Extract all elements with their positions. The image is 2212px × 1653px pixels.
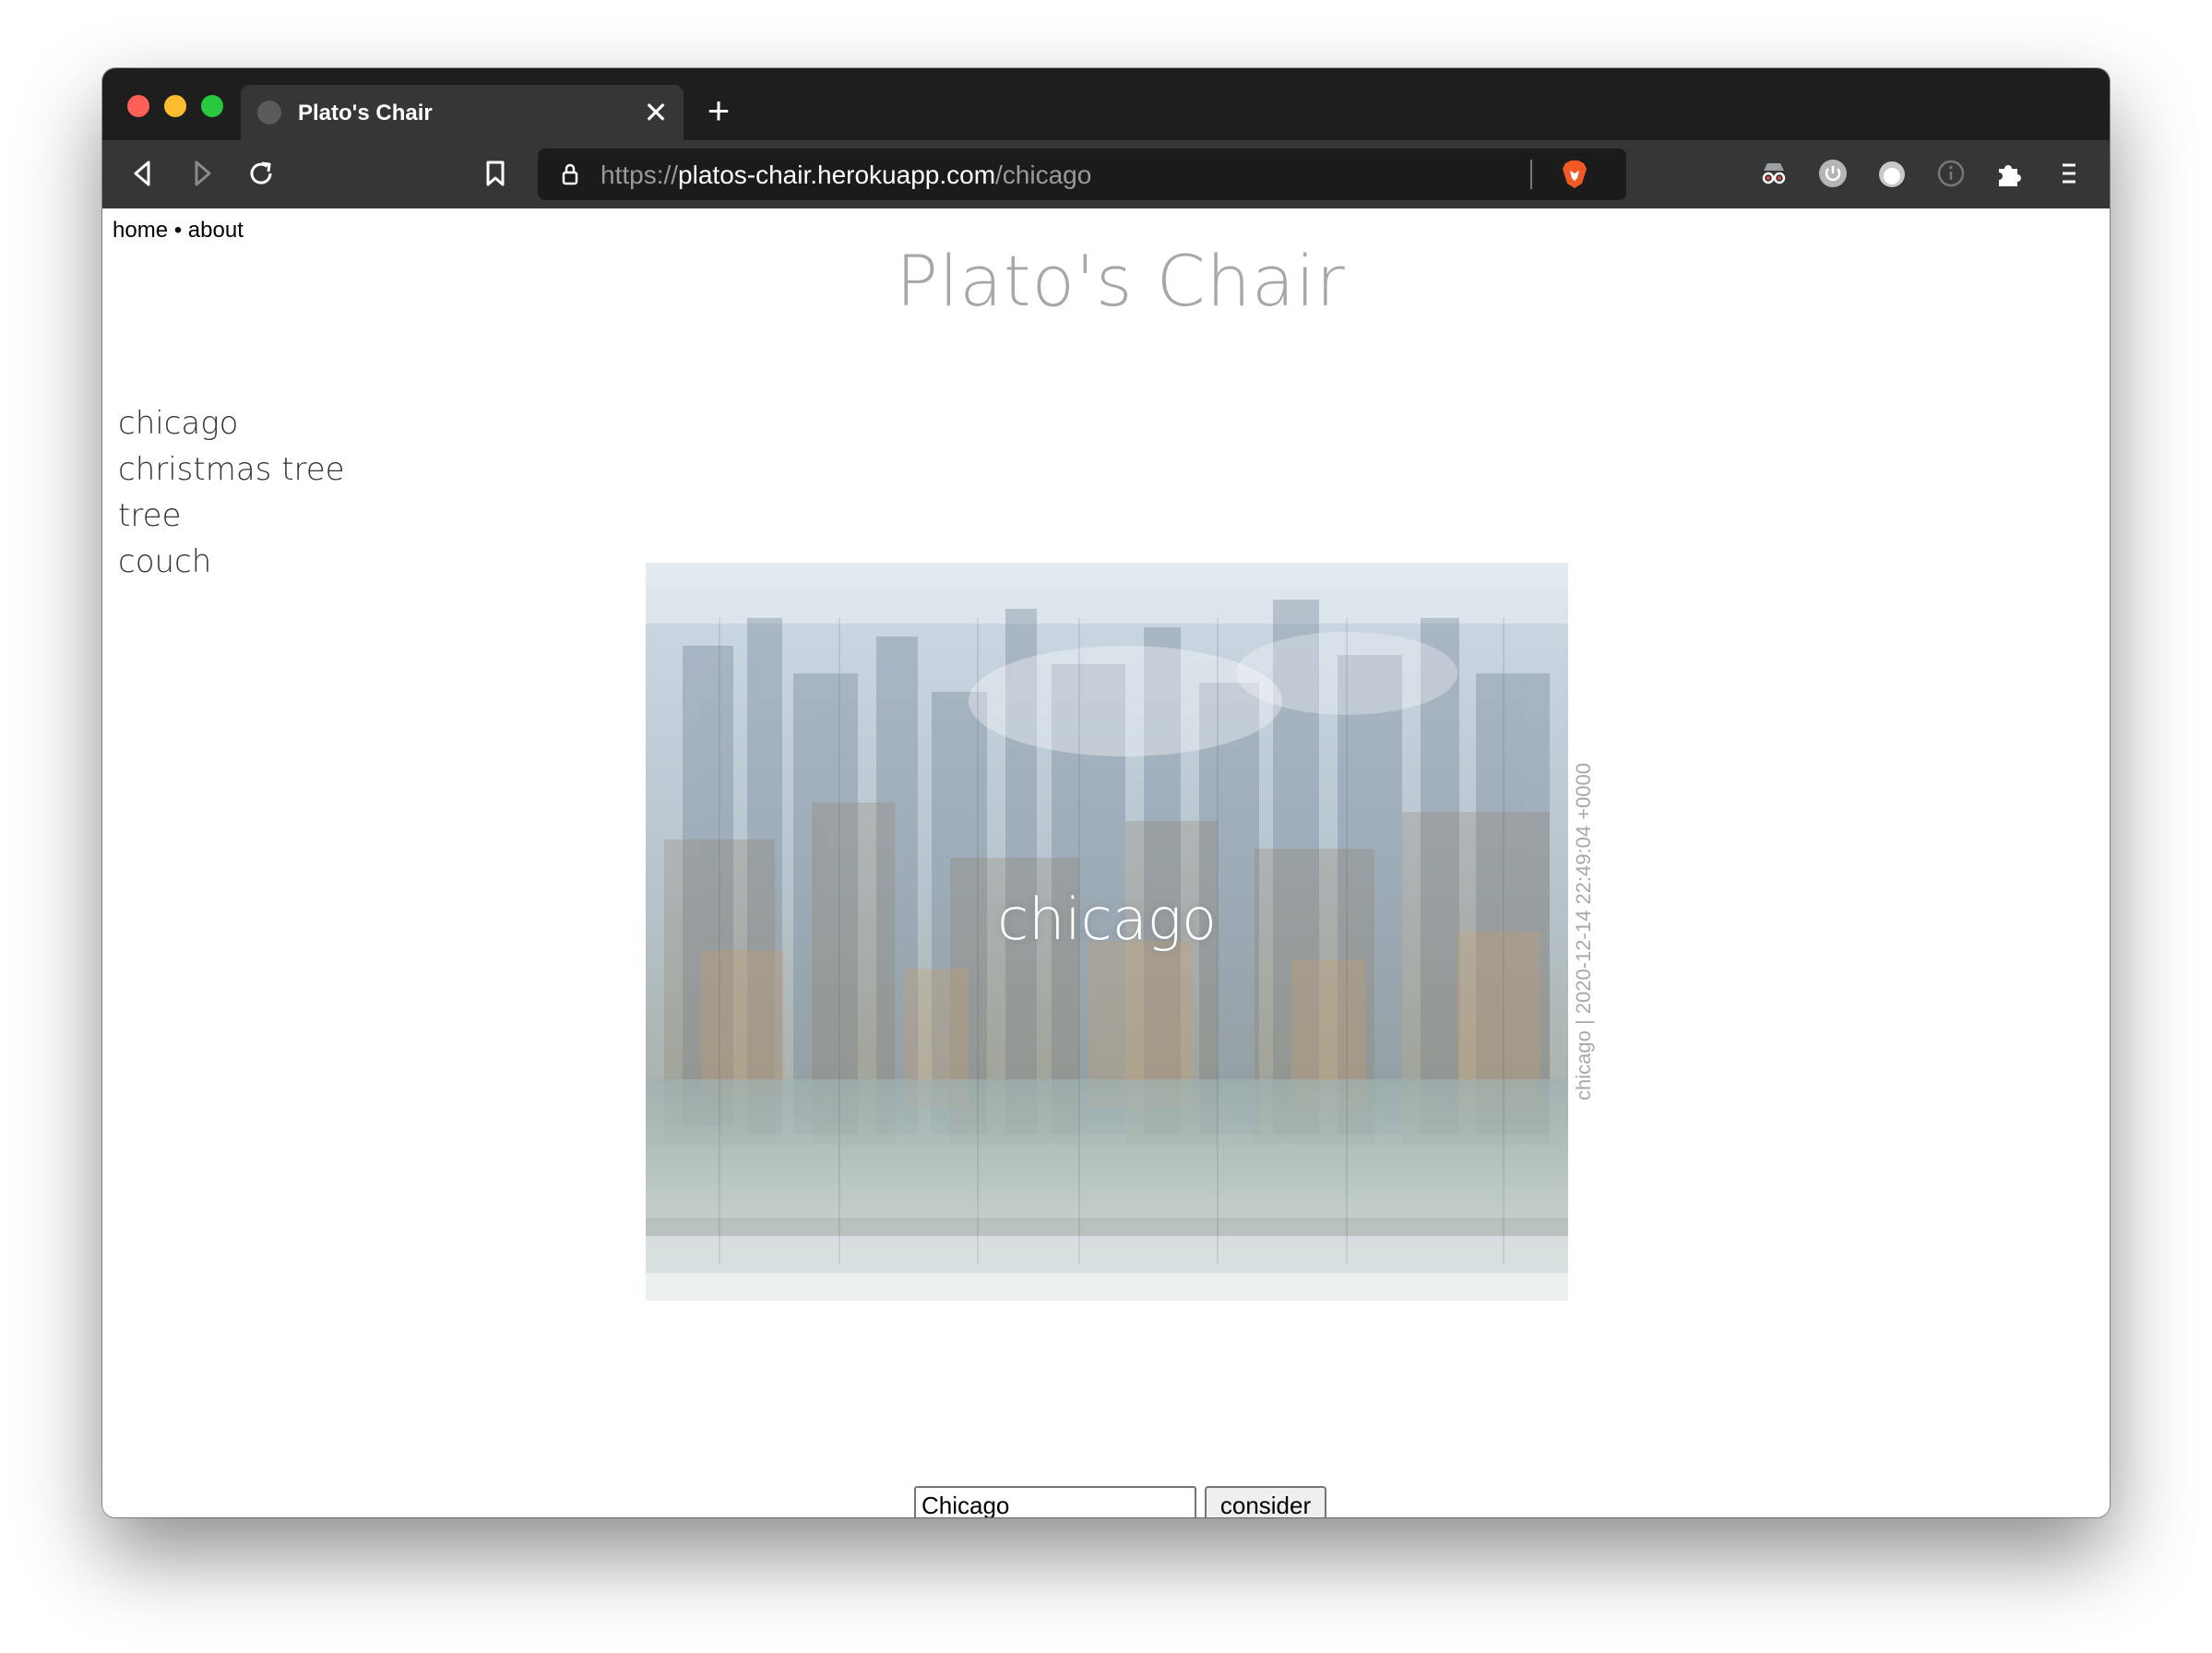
concept-list: chicago christmas tree tree couch <box>118 400 345 585</box>
minimize-window-button[interactable] <box>164 95 186 117</box>
browser-toolbar: https://platos-chair.herokuapp.com/chica… <box>102 140 2110 208</box>
info-extension-icon[interactable] <box>1931 153 1971 194</box>
sidebar-item-tree[interactable]: tree <box>118 493 345 539</box>
power-extension-icon[interactable] <box>1813 153 1853 194</box>
url-path: /chicago <box>995 161 1092 189</box>
about-link[interactable]: about <box>188 218 244 243</box>
page-content: home • about Plato's Chair chicago chris… <box>102 208 2110 1517</box>
composite-image[interactable]: chicago <box>646 563 1568 1301</box>
new-tab-icon[interactable]: + <box>696 89 741 133</box>
composite-caption: chicago | 2020-12-14 22:49:04 +0000 <box>1572 763 1595 1100</box>
consider-button[interactable]: consider <box>1205 1486 1326 1517</box>
nav-separator: • <box>168 218 188 243</box>
concept-input[interactable] <box>914 1486 1196 1517</box>
url-host: platos-chair.herokuapp.com <box>678 161 996 189</box>
close-window-button[interactable] <box>127 95 149 117</box>
tab-title: Plato's Chair <box>298 101 433 125</box>
browser-window: Plato's Chair ✕ + https://platos-chair.h… <box>102 68 2110 1517</box>
home-link[interactable]: home <box>113 218 168 243</box>
forward-icon[interactable] <box>182 153 222 194</box>
brave-shields-icon[interactable] <box>1558 158 1591 191</box>
reload-icon[interactable] <box>241 153 281 194</box>
browser-tab[interactable]: Plato's Chair ✕ <box>241 85 684 140</box>
close-tab-icon[interactable]: ✕ <box>637 94 674 131</box>
sidebar-item-christmas-tree[interactable]: christmas tree <box>118 446 345 493</box>
address-bar[interactable]: https://platos-chair.herokuapp.com/chica… <box>538 149 1626 200</box>
url-scheme: https:// <box>601 161 679 189</box>
back-icon[interactable] <box>123 153 163 194</box>
globe-icon <box>257 101 281 125</box>
incognito-extension-icon[interactable] <box>1754 153 1794 194</box>
bookmark-icon[interactable] <box>475 153 516 194</box>
menu-icon[interactable] <box>2049 153 2089 194</box>
title-bar: Plato's Chair ✕ + <box>102 68 2110 140</box>
sidebar-item-chicago[interactable]: chicago <box>118 400 345 446</box>
zoom-window-button[interactable] <box>201 95 223 117</box>
puzzle-icon[interactable] <box>1990 153 2030 194</box>
composite-label: chicago <box>997 886 1217 953</box>
address-bar-divider <box>1530 160 1532 189</box>
lock-icon[interactable] <box>558 162 582 186</box>
url-text[interactable]: https://platos-chair.herokuapp.com/chica… <box>601 161 1091 190</box>
extension-icon[interactable] <box>1872 153 1912 194</box>
page-title: Plato's Chair <box>896 240 1346 322</box>
sidebar-item-couch[interactable]: couch <box>118 539 345 585</box>
